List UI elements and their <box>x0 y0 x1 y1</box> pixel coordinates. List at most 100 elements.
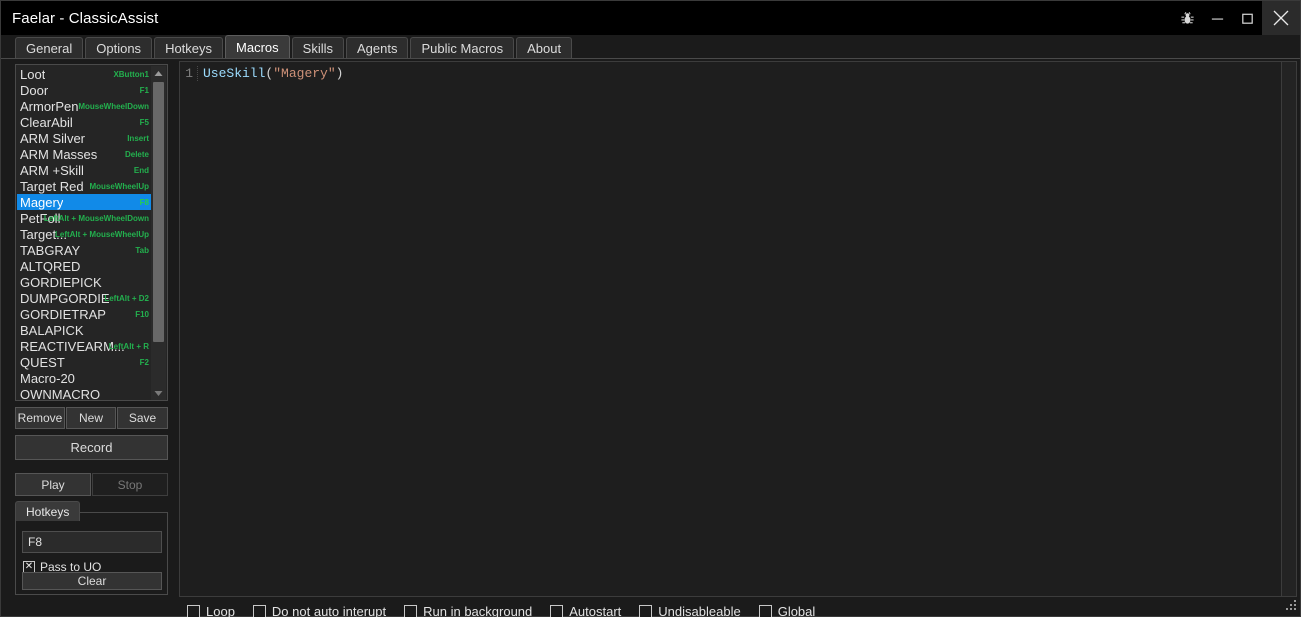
option-label: Run in background <box>423 604 533 617</box>
scrollbar-thumb[interactable] <box>153 82 164 342</box>
hotkey-input[interactable]: F8 <box>22 531 162 553</box>
option-checkbox[interactable]: Loop <box>187 604 235 617</box>
macro-hotkey-label: Tab <box>135 245 149 255</box>
checkbox-box-icon <box>252 605 266 617</box>
close-button[interactable] <box>1262 1 1300 35</box>
minimize-button[interactable] <box>1202 1 1232 35</box>
option-label: Loop <box>206 604 235 617</box>
macro-list-item[interactable]: Magery F8 <box>17 194 151 210</box>
tab-about[interactable]: About <box>516 37 573 58</box>
code-text[interactable]: UseSkill("Magery") <box>198 66 343 81</box>
macro-hotkey-label: LeftAlt + MouseWheelUp <box>54 229 149 239</box>
macro-hotkey-label: XButton1 <box>113 69 149 79</box>
macros-tab-panel: Loot XButton1 Door F1 ArmorPen MouseWheelDown… <box>1 58 1300 617</box>
tab-hotkeys[interactable]: Hotkeys <box>154 37 224 58</box>
macro-name: Macro-20 <box>20 370 75 386</box>
macro-list-item[interactable]: REACTIVEARM... LeftAlt + R <box>17 338 151 354</box>
title-bar: Faelar - ClassicAssist <box>1 1 1300 35</box>
macro-list-item[interactable]: ArmorPen MouseWheelDown <box>17 98 151 114</box>
line-number: 1 <box>180 66 198 81</box>
macro-list-item[interactable]: Door F1 <box>17 82 151 98</box>
macro-name: OWNMACRO <box>20 386 101 401</box>
scroll-down-arrow-icon[interactable] <box>151 386 166 400</box>
macro-name: GORDIEPICK <box>20 274 102 290</box>
macro-hotkey-label: F1 <box>139 85 149 95</box>
macro-list-item[interactable]: GORDIETRAP F10 <box>17 306 151 322</box>
hotkeys-group: Hotkeys F8 Pass to UO Clear <box>15 501 168 595</box>
tab-label: Public Macros <box>421 40 504 56</box>
code-token-punc: ) <box>335 66 344 81</box>
macro-name: Loot <box>20 66 46 82</box>
option-checkbox[interactable]: Autostart <box>550 604 621 617</box>
play-button[interactable]: Play <box>15 473 91 496</box>
option-label: Do not auto interupt <box>271 604 387 617</box>
option-checkbox[interactable]: Do not auto interupt <box>252 604 387 617</box>
save-button[interactable]: Save <box>117 407 168 429</box>
bug-icon[interactable] <box>1172 1 1202 35</box>
macro-name: QUEST <box>20 354 65 370</box>
macro-list-item[interactable]: Macro-20 <box>17 370 151 386</box>
macro-options-row: Loop Do not auto interupt Run in backgroun… <box>187 604 833 617</box>
macro-list-item[interactable]: PetFoll LeftAlt + MouseWheelDown <box>17 210 151 226</box>
macro-name: ARM Silver <box>20 130 86 146</box>
macro-list-item[interactable]: QUEST F2 <box>17 354 151 370</box>
code-line: 1 UseSkill("Magery") <box>180 65 1296 82</box>
macro-list-scrollbar[interactable] <box>151 66 166 400</box>
scroll-up-arrow-icon[interactable] <box>151 66 166 81</box>
option-checkbox[interactable]: Run in background <box>404 604 532 617</box>
checkbox-box-icon <box>758 605 772 617</box>
macro-list-item[interactable]: Target... LeftAlt + MouseWheelUp <box>17 226 151 242</box>
macro-list[interactable]: Loot XButton1 Door F1 ArmorPen MouseWheelDown… <box>15 64 168 401</box>
macro-list-item[interactable]: TABGRAY Tab <box>17 242 151 258</box>
stop-button[interactable]: Stop <box>92 473 168 496</box>
macro-list-item[interactable]: OWNMACRO <box>17 386 151 401</box>
macro-list-item[interactable]: GORDIEPICK <box>17 274 151 290</box>
tab-label: Hotkeys <box>165 40 213 56</box>
checkbox-box-icon <box>639 605 653 617</box>
macro-name: Target Red <box>20 178 84 194</box>
option-checkbox[interactable]: Undisableable <box>639 604 741 617</box>
macro-hotkey-label: MouseWheelDown <box>78 101 149 111</box>
macro-actions-row: Remove New Save <box>15 407 168 429</box>
macro-list-item[interactable]: Target Red MouseWheelUp <box>17 178 151 194</box>
macro-list-item[interactable]: ARM +Skill End <box>17 162 151 178</box>
macro-list-item[interactable]: ARM Silver Insert <box>17 130 151 146</box>
code-token-fn: UseSkill <box>203 66 266 81</box>
tab-public-macros[interactable]: Public Macros <box>410 37 515 58</box>
macro-name: ALTQRED <box>20 258 81 274</box>
maximize-button[interactable] <box>1232 1 1262 35</box>
tab-skills[interactable]: Skills <box>291 37 344 58</box>
editor-vertical-scrollbar[interactable] <box>1281 62 1296 596</box>
tab-general[interactable]: General <box>15 37 84 58</box>
window-title: Faelar - ClassicAssist <box>12 9 159 27</box>
tab-options[interactable]: Options <box>85 37 153 58</box>
macro-name: ARM Masses <box>20 146 98 162</box>
clear-hotkey-button[interactable]: Clear <box>22 572 162 590</box>
macro-name: Magery <box>20 194 64 210</box>
remove-button[interactable]: Remove <box>15 407 65 429</box>
tab-label: Skills <box>302 40 333 56</box>
macro-list-item[interactable]: Loot XButton1 <box>17 66 151 82</box>
macro-name: DUMPGORDIE <box>20 290 110 306</box>
macro-list-item[interactable]: DUMPGORDIE LeftAlt + D2 <box>17 290 151 306</box>
editor-code-area[interactable]: 1 UseSkill("Magery") <box>180 62 1296 596</box>
option-checkbox[interactable]: Global <box>758 604 815 617</box>
new-button[interactable]: New <box>66 407 116 429</box>
macro-list-item[interactable]: BALAPICK <box>17 322 151 338</box>
macro-script-editor[interactable]: 1 UseSkill("Magery") <box>179 61 1297 597</box>
tab-macros[interactable]: Macros <box>225 35 290 58</box>
main-tab-strip: General Options Hotkeys Macros Skills Ag… <box>1 35 1300 58</box>
macro-name: ArmorPen <box>20 98 79 114</box>
option-label: Undisableable <box>658 604 741 617</box>
resize-grip[interactable] <box>1284 600 1298 614</box>
macro-hotkey-label: End <box>133 165 149 175</box>
macro-list-item[interactable]: ClearAbil F5 <box>17 114 151 130</box>
tab-agents[interactable]: Agents <box>346 37 409 58</box>
macro-name: BALAPICK <box>20 322 84 338</box>
macro-list-item[interactable]: ALTQRED <box>17 258 151 274</box>
record-button[interactable]: Record <box>15 435 168 460</box>
macro-hotkey-label: F8 <box>139 197 149 207</box>
macro-list-item[interactable]: ARM Masses Delete <box>17 146 151 162</box>
checkbox-box-icon <box>404 605 418 617</box>
macros-left-panel: Loot XButton1 Door F1 ArmorPen MouseWheelDown… <box>15 64 168 604</box>
